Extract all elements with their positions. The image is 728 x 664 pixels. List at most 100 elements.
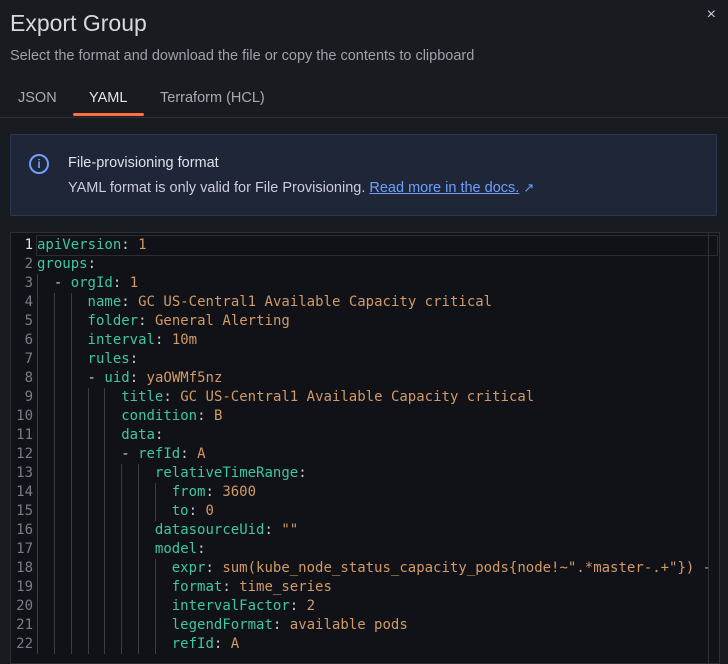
line-number: 17	[16, 541, 33, 557]
code-text: model:	[37, 540, 717, 559]
yaml-key: relativeTimeRange	[154, 465, 299, 481]
code-text: refId: A	[37, 635, 717, 654]
indent-guide	[70, 483, 88, 502]
indent-guide	[37, 483, 54, 502]
indent-guide	[53, 540, 71, 559]
indent-guide	[53, 350, 71, 369]
indent-guide	[154, 616, 172, 635]
yaml-key: model	[154, 541, 198, 557]
info-alert: i File-provisioning format YAML format i…	[10, 134, 717, 216]
indent-guide	[53, 616, 71, 635]
code-text: data:	[37, 426, 717, 445]
yaml-key: refId	[138, 446, 181, 462]
indent-guide	[70, 635, 88, 654]
line-number: 1	[24, 237, 33, 253]
indent-guide	[70, 369, 88, 388]
indent-guide	[87, 540, 105, 559]
alert-body: YAML format is only valid for File Provi…	[68, 180, 534, 196]
indent-guide	[121, 502, 138, 521]
scrollbar[interactable]	[708, 233, 719, 663]
yaml-key: data	[121, 427, 155, 443]
indent-guide	[37, 369, 54, 388]
yaml-value: GC US-Central1 Available Capacity critic…	[180, 389, 535, 405]
indent-guide	[121, 559, 138, 578]
indent-guide	[87, 388, 105, 407]
code-text: - uid: yaOWMf5nz	[37, 369, 717, 388]
indent-guide	[87, 483, 105, 502]
external-link-icon[interactable]: ↗	[523, 180, 534, 195]
line-number: 5	[24, 313, 33, 329]
line-number: 16	[16, 522, 33, 538]
indent-guide	[70, 312, 88, 331]
code-text: from: 3600	[37, 483, 717, 502]
yaml-value: sum(kube_node_status_capacity_pods{node!…	[222, 560, 712, 576]
yaml-key: legendFormat	[171, 617, 273, 633]
yaml-key: interval	[87, 332, 155, 348]
tab-terraform[interactable]: Terraform (HCL)	[160, 90, 265, 106]
yaml-key: title	[121, 389, 164, 405]
indent-guide	[53, 464, 71, 483]
indent-guide	[53, 426, 71, 445]
indent-guide	[138, 502, 155, 521]
indent-guide	[87, 597, 105, 616]
indent-guide	[53, 331, 71, 350]
indent-guide	[121, 521, 138, 540]
yaml-value: 0	[205, 503, 214, 519]
code-text: rules:	[37, 350, 717, 369]
line-number: 2	[24, 256, 33, 272]
yaml-value: A	[230, 636, 240, 652]
indent-guide	[138, 521, 155, 540]
indent-guide	[70, 407, 88, 426]
indent-guide	[53, 407, 71, 426]
code-editor[interactable]: 1 apiVersion: 1 2 groups: 3- orgId: 1 4 name: …	[10, 232, 720, 664]
indent-guide	[121, 635, 138, 654]
indent-guide	[154, 597, 172, 616]
indent-guide	[138, 597, 155, 616]
active-tab-indicator	[73, 113, 144, 116]
indent-guide	[70, 578, 88, 597]
indent-guide	[70, 388, 88, 407]
code-line: 6 interval: 10m	[11, 331, 719, 350]
indent-guide	[70, 597, 88, 616]
indent-guide	[37, 312, 54, 331]
indent-guide	[37, 350, 54, 369]
indent-guide	[121, 578, 138, 597]
line-number: 22	[16, 636, 33, 652]
code-line: 1 apiVersion: 1	[11, 235, 719, 256]
indent-guide	[53, 369, 71, 388]
line-number: 13	[16, 465, 33, 481]
code-line: 5 folder: General Alerting	[11, 312, 719, 331]
code-line: 20 intervalFactor: 2	[11, 597, 719, 616]
code-line: 2 groups:	[11, 255, 719, 274]
code-line: 12- refId: A	[11, 445, 719, 464]
yaml-value: 2	[306, 598, 316, 614]
docs-link[interactable]: Read more in the docs.	[369, 180, 519, 196]
code-line: 18 expr: sum(kube_node_status_capacity_po…	[11, 559, 719, 578]
code-line: 13 relativeTimeRange:	[11, 464, 719, 483]
yaml-key: folder	[87, 313, 139, 329]
indent-guide	[37, 540, 54, 559]
code-text: datasourceUid: ""	[37, 521, 717, 540]
indent-guide	[87, 426, 105, 445]
yaml-value: yaOWMf5nz	[146, 370, 223, 386]
indent-guide	[87, 578, 105, 597]
dialog-title: Export Group	[10, 10, 147, 36]
tab-yaml[interactable]: YAML	[89, 90, 127, 106]
indent-guide	[138, 464, 155, 483]
indent-guide	[37, 464, 54, 483]
code-text: condition: B	[37, 407, 717, 426]
yaml-key: uid	[104, 370, 130, 386]
tab-json[interactable]: JSON	[18, 90, 57, 106]
indent-guide	[53, 293, 71, 312]
indent-guide	[53, 388, 71, 407]
code-text: relativeTimeRange:	[37, 464, 717, 483]
line-number: 11	[16, 427, 33, 443]
yaml-key: format	[171, 579, 223, 595]
indent-guide	[53, 312, 71, 331]
indent-guide	[87, 445, 105, 464]
yaml-value: available pods	[289, 617, 408, 633]
close-icon[interactable]: ×	[707, 6, 716, 24]
indent-guide	[87, 559, 105, 578]
indent-guide	[53, 483, 71, 502]
code-text: groups:	[37, 256, 97, 272]
